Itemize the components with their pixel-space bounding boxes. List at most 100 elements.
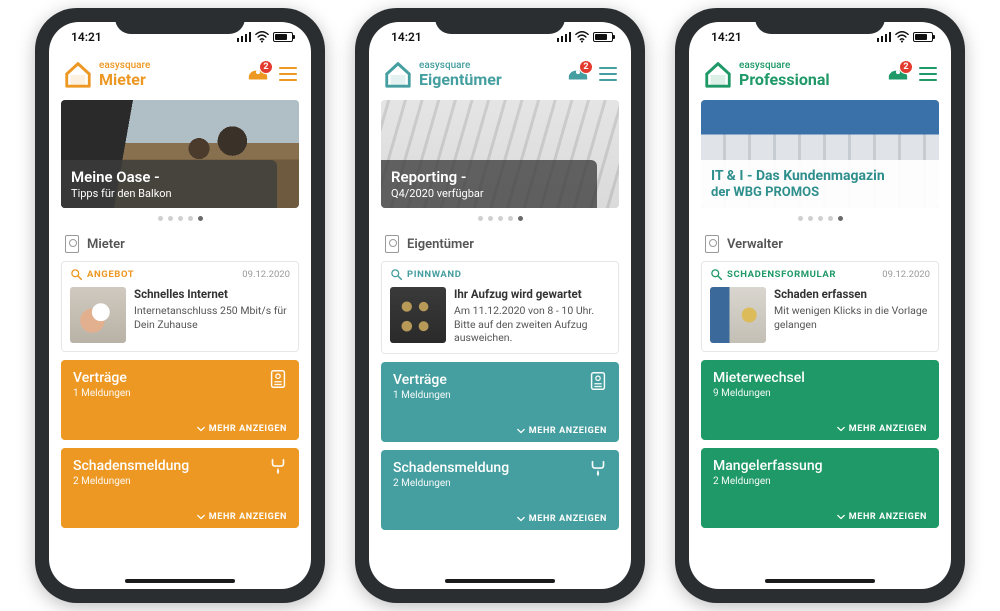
brand[interactable]: easysquare Eigentümer — [383, 59, 502, 89]
menu-button[interactable] — [279, 67, 297, 81]
brand-sub: easysquare — [739, 61, 830, 71]
tile-more-label: MEHR ANZEIGEN — [209, 424, 287, 434]
tile-icon — [267, 456, 289, 478]
feature-body: Am 11.12.2020 von 8 - 10 Uhr. Bitte auf … — [454, 304, 610, 345]
feature-tag: ANGEBOT — [70, 268, 134, 281]
hero-overlay: Reporting - Q4/2020 verfügbar — [381, 160, 597, 208]
tile-more-button[interactable]: MEHR ANZEIGEN — [713, 502, 927, 522]
feature-card[interactable]: ANGEBOT 09.12.2020 Schnelles Internet In… — [61, 261, 299, 352]
tile-icon — [267, 368, 289, 390]
status-time: 14:21 — [391, 30, 422, 44]
tile-prof-0[interactable]: Mieterwechsel 9 Meldungen MEHR ANZEIGEN — [701, 360, 939, 440]
house-icon — [383, 59, 413, 89]
section-icon — [65, 235, 79, 253]
tile-more-button[interactable]: MEHR ANZEIGEN — [393, 416, 607, 436]
brand-sub: easysquare — [419, 61, 502, 71]
tile-more-label: MEHR ANZEIGEN — [849, 424, 927, 434]
tile-mieter-1[interactable]: Schadensmeldung 2 Meldungen MEHR ANZEIGE… — [61, 448, 299, 528]
hero-banner[interactable]: Reporting - Q4/2020 verfügbar — [381, 100, 619, 208]
brand[interactable]: easysquare Mieter — [63, 59, 150, 89]
inbox-button[interactable]: 2 — [887, 66, 909, 82]
section-title: Mieter — [87, 237, 125, 252]
status-indicators — [237, 30, 293, 44]
status-indicators — [557, 30, 613, 44]
tile-mieter-0[interactable]: Verträge 1 Meldungen MEHR ANZEIGEN — [61, 360, 299, 440]
cellular-icon — [237, 32, 251, 42]
feature-date: 09.12.2020 — [242, 269, 290, 280]
section-header: Verwalter — [689, 227, 951, 257]
inbox-button[interactable]: 2 — [567, 66, 589, 82]
section-icon — [385, 235, 399, 253]
feature-tag: SCHADENSFORMULAR — [710, 268, 836, 281]
search-icon — [390, 268, 403, 281]
feature-text: Ihr Aufzug wird gewartet Am 11.12.2020 v… — [454, 287, 610, 345]
chevron-down-icon — [837, 425, 845, 433]
feature-heading: Ihr Aufzug wird gewartet — [454, 287, 610, 302]
feature-heading: Schaden erfassen — [774, 287, 930, 302]
chevron-down-icon — [197, 513, 205, 521]
battery-icon — [593, 32, 613, 42]
feature-text: Schaden erfassen Mit wenigen Klicks in d… — [774, 287, 930, 343]
hero-banner[interactable]: Meine Oase - Tipps für den Balkon — [61, 100, 299, 208]
tile-title: Verträge — [73, 370, 287, 386]
carousel-dots[interactable] — [49, 216, 311, 221]
tile-icon — [587, 458, 609, 480]
battery-icon — [273, 32, 293, 42]
section-header: Eigentümer — [369, 227, 631, 257]
status-bar: 14:21 — [49, 22, 311, 52]
tile-eigen-0[interactable]: Verträge 1 Meldungen MEHR ANZEIGEN — [381, 362, 619, 442]
feature-card[interactable]: PINNWAND Ihr Aufzug wird gewartet Am 11.… — [381, 261, 619, 354]
tile-more-label: MEHR ANZEIGEN — [529, 426, 607, 436]
feature-date: 09.12.2020 — [882, 269, 930, 280]
tile-subtitle: 1 Meldungen — [393, 390, 607, 401]
feature-thumbnail — [710, 287, 766, 343]
app-header: easysquare Mieter 2 — [49, 52, 311, 96]
carousel-dots[interactable] — [689, 216, 951, 221]
hero-title: Meine Oase - — [71, 168, 267, 186]
tile-eigen-1[interactable]: Schadensmeldung 2 Meldungen MEHR ANZEIGE… — [381, 450, 619, 530]
cellular-icon — [557, 32, 571, 42]
hero-subtitle: Q4/2020 verfügbar — [391, 187, 587, 200]
home-indicator[interactable] — [125, 579, 235, 583]
brand[interactable]: easysquare Professional — [703, 59, 830, 89]
chevron-down-icon — [517, 515, 525, 523]
notification-badge: 2 — [899, 60, 913, 74]
tile-title: Mieterwechsel — [713, 370, 927, 386]
inbox-button[interactable]: 2 — [247, 66, 269, 82]
app-header: easysquare Eigentümer 2 — [369, 52, 631, 96]
brand-main: Professional — [739, 72, 830, 88]
notification-badge: 2 — [579, 60, 593, 74]
tile-more-button[interactable]: MEHR ANZEIGEN — [73, 502, 287, 522]
tile-icon — [587, 370, 609, 392]
menu-button[interactable] — [599, 67, 617, 81]
tile-more-button[interactable]: MEHR ANZEIGEN — [73, 414, 287, 434]
wifi-icon — [575, 30, 589, 44]
home-indicator[interactable] — [765, 579, 875, 583]
carousel-dots[interactable] — [369, 216, 631, 221]
phone-frame-eigen: 14:21 easysquare Eigentümer — [355, 8, 645, 603]
menu-button[interactable] — [919, 67, 937, 81]
home-indicator[interactable] — [445, 579, 555, 583]
chevron-down-icon — [197, 425, 205, 433]
tile-more-button[interactable]: MEHR ANZEIGEN — [713, 414, 927, 434]
notification-badge: 2 — [259, 60, 273, 74]
house-icon — [63, 59, 93, 89]
feature-tag: PINNWAND — [390, 268, 461, 281]
brand-main: Eigentümer — [419, 72, 502, 88]
hero-banner[interactable]: IT & I - Das Kundenmagazin der WBG PROMO… — [701, 100, 939, 208]
tile-prof-1[interactable]: Mangelerfassung 2 Meldungen MEHR ANZEIGE… — [701, 448, 939, 528]
screen: 14:21 easysquare Mieter — [49, 22, 311, 589]
status-indicators — [877, 30, 933, 44]
hero-subtitle: der WBG PROMOS — [711, 185, 929, 200]
tile-more-button[interactable]: MEHR ANZEIGEN — [393, 504, 607, 524]
feature-tag-text: SCHADENSFORMULAR — [727, 269, 836, 280]
hero-overlay: IT & I - Das Kundenmagazin der WBG PROMO… — [701, 160, 939, 208]
feature-card[interactable]: SCHADENSFORMULAR 09.12.2020 Schaden erfa… — [701, 261, 939, 352]
tile-title: Verträge — [393, 372, 607, 388]
phone-frame-prof: 14:21 easysquare Professional — [675, 8, 965, 603]
wifi-icon — [895, 30, 909, 44]
hero-title: Reporting - — [391, 168, 587, 186]
phone-frame-mieter: 14:21 easysquare Mieter — [35, 8, 325, 603]
tile-title: Mangelerfassung — [713, 458, 927, 474]
chevron-down-icon — [837, 513, 845, 521]
